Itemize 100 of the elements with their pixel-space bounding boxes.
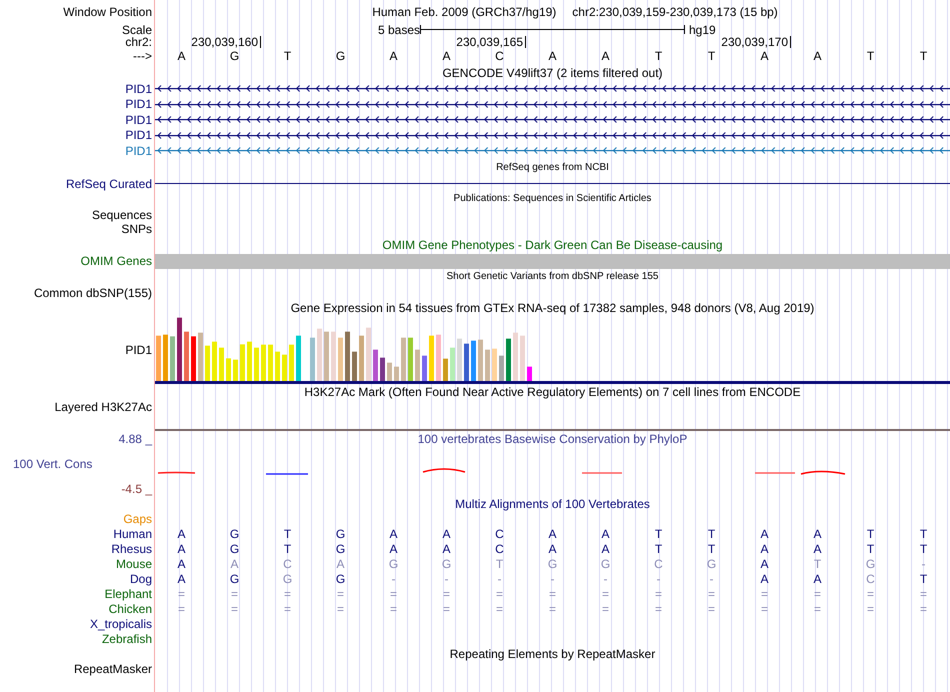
- species-label: Mouse: [116, 558, 152, 570]
- species-label: Rhesus: [111, 543, 152, 555]
- base-letter: =: [602, 603, 609, 615]
- track-title: GENCODE V49lift37 (2 items filtered out): [442, 66, 663, 78]
- base-letter: A: [760, 543, 768, 555]
- base-letter: G: [548, 558, 558, 570]
- base-letter: A: [813, 573, 822, 585]
- base-letter: T: [920, 573, 928, 585]
- track-title: Gene Expression in 54 tissues from GTEx RNA-seq of 17382 samples, 948 donors (V8, Aug 2019): [290, 302, 814, 314]
- base-letter: =: [230, 588, 238, 600]
- base-letter: A: [177, 528, 186, 540]
- base-letter: =: [654, 603, 662, 615]
- base-letter: -: [656, 573, 660, 585]
- base-letter: =: [760, 603, 768, 615]
- track-label: RefSeq Curated: [66, 178, 152, 190]
- base-letter: G: [282, 573, 292, 585]
- base-letter: A: [548, 528, 556, 540]
- gene-label: PID1: [125, 129, 152, 142]
- track-label: Sequences: [92, 208, 152, 220]
- base-letter: A: [548, 543, 556, 555]
- base-letter: =: [178, 603, 185, 615]
- base-letter: A: [177, 573, 186, 585]
- base-letter: G: [230, 50, 240, 62]
- base-letter: G: [336, 528, 346, 540]
- base-letter: =: [920, 588, 927, 600]
- base-letter: G: [336, 543, 346, 555]
- base-letter: G: [388, 558, 398, 570]
- assembly-label: hg19: [688, 24, 716, 36]
- gene-label: PID1: [125, 98, 152, 110]
- species-label: Human: [113, 528, 152, 540]
- track-label: SNPs: [121, 222, 152, 234]
- base-letter: =: [336, 603, 344, 615]
- base-letter: A: [442, 528, 450, 540]
- base-letter: -: [922, 558, 926, 570]
- base-letter: =: [814, 603, 821, 615]
- axis-min-label: -4.5 _: [121, 482, 152, 494]
- base-letter: =: [336, 588, 344, 600]
- base-letter: =: [602, 588, 609, 600]
- coordinate-label: 230,039,165: [456, 36, 526, 48]
- species-label: X_tropicalis: [90, 618, 152, 630]
- track-title: H3K27Ac Mark (Often Found Near Active Regulatory Elements) on 7 cell lines from ENCODE: [304, 386, 801, 398]
- base-letter: -: [710, 573, 714, 585]
- base-letter: G: [230, 543, 240, 555]
- base-letter: A: [601, 543, 610, 555]
- base-letter: T: [654, 528, 662, 540]
- base-letter: G: [336, 573, 346, 585]
- base-letter: A: [177, 50, 186, 62]
- base-letter: T: [654, 543, 662, 555]
- coordinate-label: 230,039,160: [191, 36, 261, 48]
- scale-length: 5 bases: [378, 24, 420, 36]
- base-letter: =: [230, 603, 238, 615]
- base-letter: G: [866, 558, 876, 570]
- base-letter: C: [495, 543, 504, 555]
- base-letter: T: [496, 558, 504, 570]
- base-letter: T: [284, 528, 292, 540]
- base-letter: -: [550, 573, 554, 585]
- base-letter: A: [177, 558, 186, 570]
- base-letter: A: [389, 543, 398, 555]
- base-letter: A: [230, 558, 238, 570]
- species-label: Dog: [130, 573, 152, 585]
- base-letter: G: [600, 558, 610, 570]
- base-letter: T: [654, 50, 662, 62]
- row-label: chr2:: [125, 36, 152, 48]
- track-label: Layered H3K27Ac: [54, 400, 152, 412]
- base-letter: =: [284, 603, 291, 615]
- base-letter: T: [866, 543, 874, 555]
- base-letter: G: [230, 573, 240, 585]
- track-label: Common dbSNP(155): [34, 286, 152, 298]
- base-letter: -: [444, 573, 448, 585]
- base-letter: C: [283, 558, 292, 570]
- track-title: Multiz Alignments of 100 Vertebrates: [455, 498, 650, 510]
- base-letter: A: [601, 528, 610, 540]
- row-label: Window Position: [63, 6, 152, 18]
- base-letter: A: [336, 558, 344, 570]
- base-letter: =: [442, 603, 450, 615]
- base-letter: -: [604, 573, 608, 585]
- axis-max-label: 4.88 _: [118, 432, 152, 444]
- species-label: Gaps: [123, 513, 152, 525]
- row-label: --->: [133, 50, 152, 62]
- base-letter: A: [442, 543, 450, 555]
- track-label: 100 Vert. Cons: [13, 458, 92, 470]
- base-letter: G: [442, 558, 452, 570]
- base-letter: A: [813, 50, 822, 62]
- track-title: RefSeq genes from NCBI: [496, 163, 609, 173]
- gene-label: PID1: [125, 144, 152, 157]
- coordinate-label: 230,039,170: [721, 36, 791, 48]
- base-letter: =: [442, 588, 450, 600]
- base-letter: T: [284, 543, 292, 555]
- base-letter: G: [230, 528, 240, 540]
- base-letter: T: [866, 528, 874, 540]
- species-label: Zebrafish: [102, 633, 152, 645]
- base-letter: =: [708, 588, 715, 600]
- gene-label: PID1: [125, 114, 152, 126]
- base-letter: A: [813, 543, 822, 555]
- base-letter: =: [284, 588, 291, 600]
- base-letter: =: [390, 588, 397, 600]
- species-label: Chicken: [108, 603, 152, 615]
- base-letter: A: [548, 50, 556, 62]
- base-letter: A: [177, 543, 186, 555]
- base-letter: -: [392, 573, 396, 585]
